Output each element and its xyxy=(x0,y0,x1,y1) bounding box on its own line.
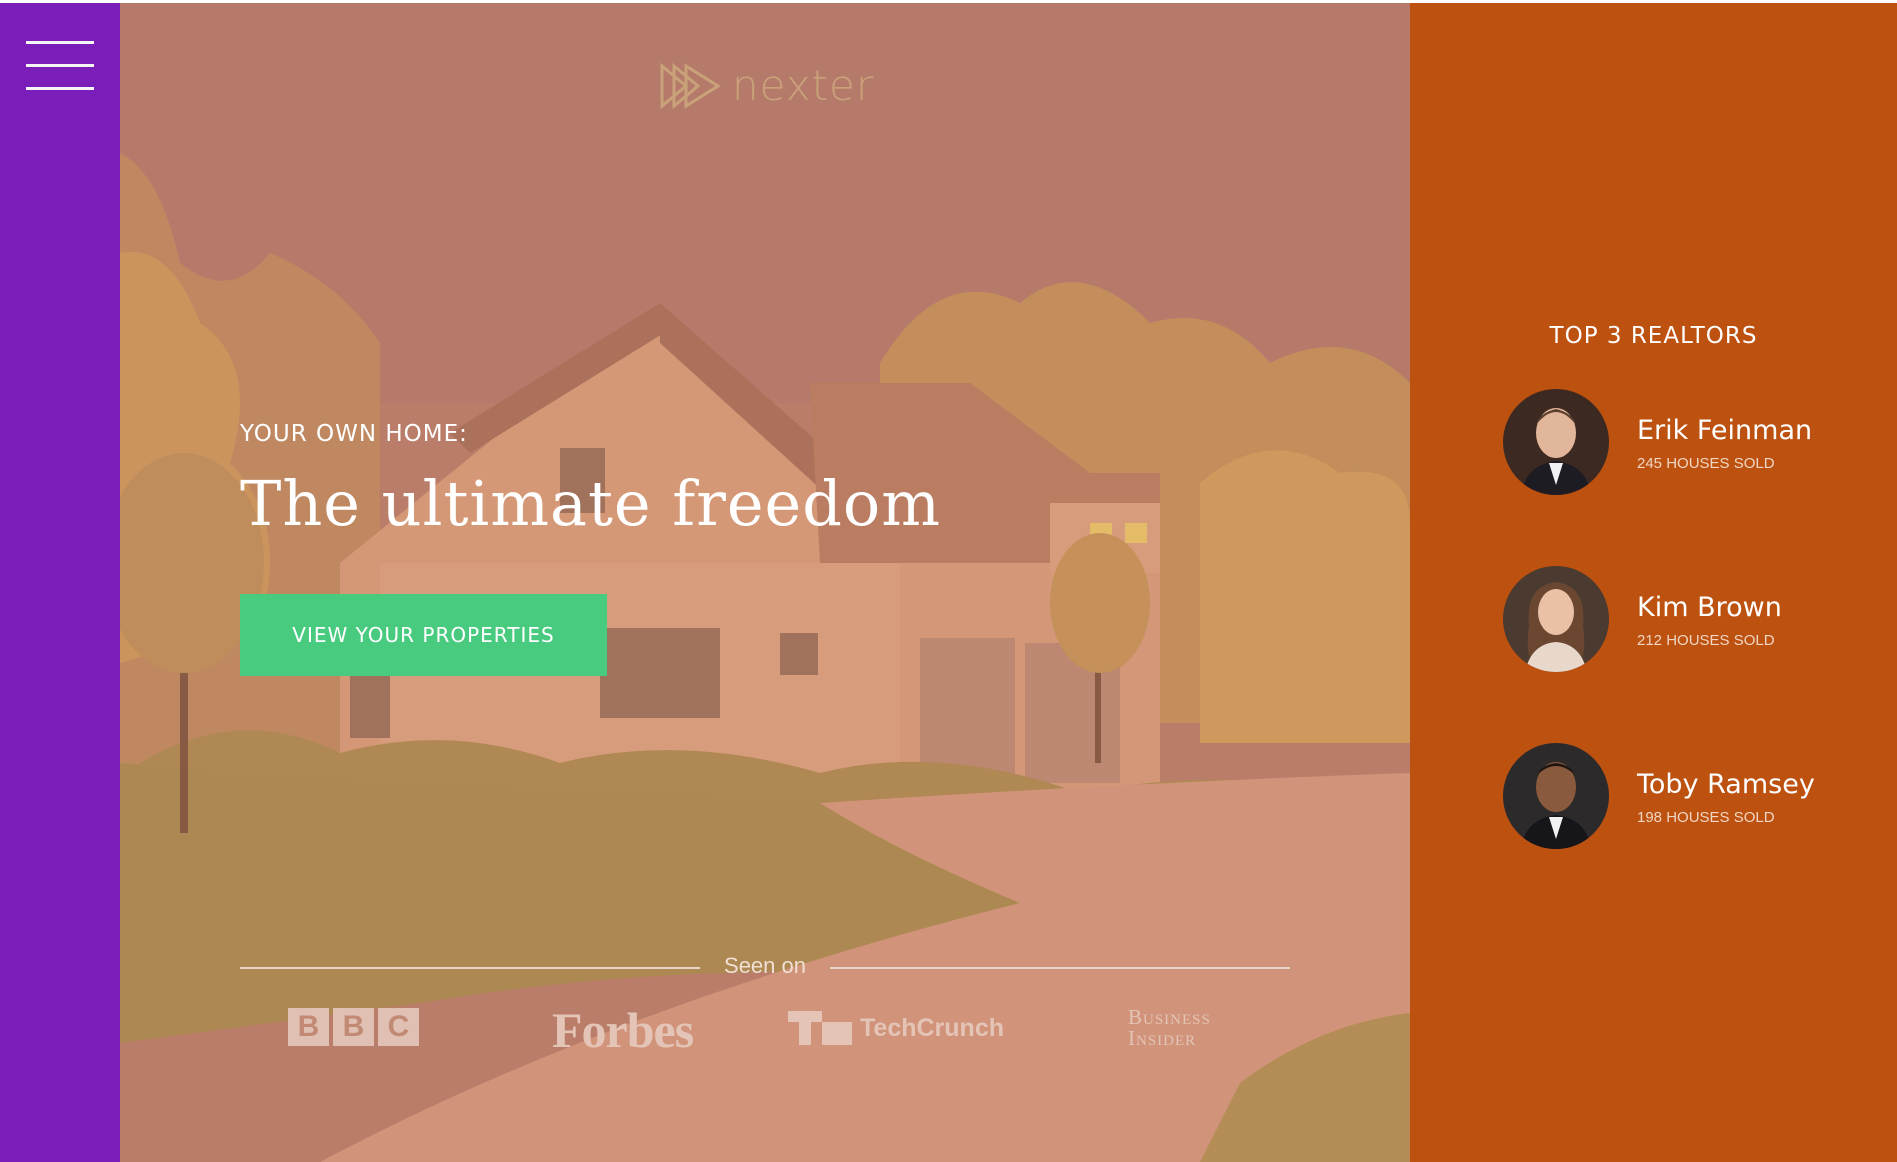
menu-line xyxy=(26,87,94,90)
techcrunch-logo: TechCrunch xyxy=(788,1011,1004,1045)
hamburger-menu-icon[interactable] xyxy=(26,41,94,93)
realtor-name: Kim Brown xyxy=(1637,592,1782,623)
view-properties-button[interactable]: VIEW YOUR PROPERTIES xyxy=(240,594,607,676)
business-insider-line: Insider xyxy=(1128,1026,1197,1050)
realtor-houses-sold: 245 HOUSES SOLD xyxy=(1637,455,1775,472)
avatar xyxy=(1503,389,1609,495)
hero-kicker: YOUR OWN HOME: xyxy=(240,421,468,447)
top-realtors-panel: TOP 3 REALTORS Erik Feinman 245 HOUSES S… xyxy=(1410,3,1897,1162)
realtor-card[interactable]: Erik Feinman 245 HOUSES SOLD xyxy=(1503,389,1883,495)
realtor-name: Toby Ramsey xyxy=(1637,769,1815,800)
seen-on-label: Seen on xyxy=(724,953,806,978)
avatar xyxy=(1503,566,1609,672)
brand-logo[interactable]: nexter xyxy=(660,61,874,110)
realtor-houses-sold: 212 HOUSES SOLD xyxy=(1637,632,1775,649)
divider-line-right xyxy=(830,967,1290,969)
techcrunch-text: TechCrunch xyxy=(860,1013,1004,1042)
menu-line xyxy=(26,64,94,67)
bbc-logo: B B C xyxy=(288,1008,419,1046)
realtor-card[interactable]: Toby Ramsey 198 HOUSES SOLD xyxy=(1503,743,1883,849)
divider-line-left xyxy=(240,967,700,969)
seen-on-divider: Seen on xyxy=(240,953,1290,983)
bbc-letter: B xyxy=(288,1008,329,1046)
hero-headline: The ultimate freedom xyxy=(240,467,942,540)
realtor-houses-sold: 198 HOUSES SOLD xyxy=(1637,809,1775,826)
logo-text: nexter xyxy=(732,61,875,110)
forbes-logo: Forbes xyxy=(552,1002,694,1058)
avatar xyxy=(1503,743,1609,849)
realtors-title: TOP 3 REALTORS xyxy=(1549,323,1758,349)
hero-house-image xyxy=(120,3,1410,1162)
techcrunch-mark-icon xyxy=(788,1011,852,1045)
hero-section: nexter YOUR OWN HOME: The ultimate freed… xyxy=(120,3,1410,1162)
business-insider-line: Business xyxy=(1128,1005,1211,1029)
menu-line xyxy=(26,41,94,44)
realtor-name: Erik Feinman xyxy=(1637,415,1813,446)
business-insider-logo: Business Insider xyxy=(1128,1007,1211,1049)
bbc-letter: B xyxy=(333,1008,374,1046)
triple-chevron-logo-icon xyxy=(660,62,721,109)
realtor-card[interactable]: Kim Brown 212 HOUSES SOLD xyxy=(1503,566,1883,672)
bbc-letter: C xyxy=(378,1008,419,1046)
sidebar xyxy=(0,3,120,1162)
